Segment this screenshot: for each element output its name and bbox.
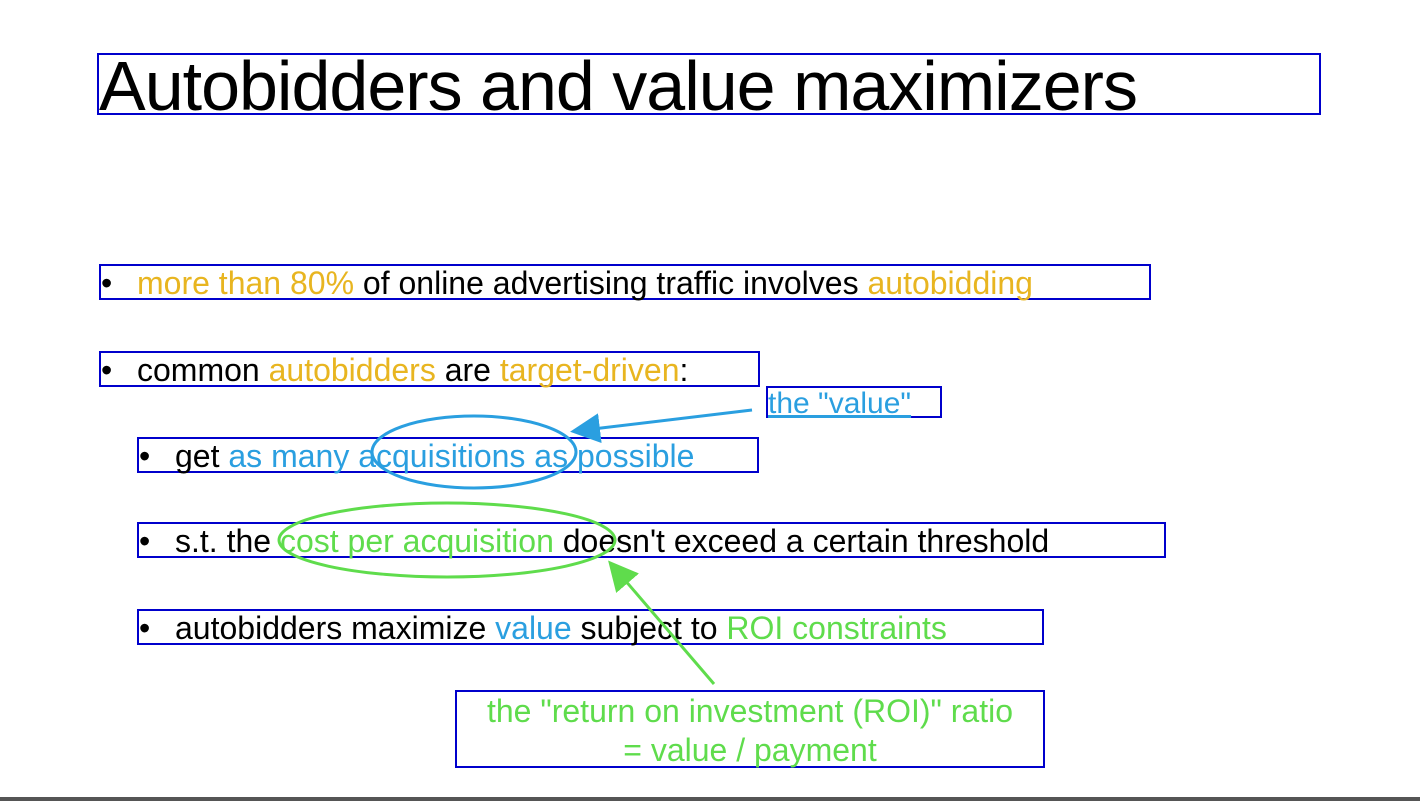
acquisitions-circle — [370, 414, 578, 490]
slide: Autobidders and value maximizers • more t… — [0, 0, 1420, 801]
value-arrow — [570, 408, 753, 444]
roi-arrow — [608, 560, 716, 685]
cost-per-acquisition-circle — [277, 501, 617, 579]
annotation-overlay — [277, 408, 753, 685]
bottom-bar — [0, 797, 1420, 801]
